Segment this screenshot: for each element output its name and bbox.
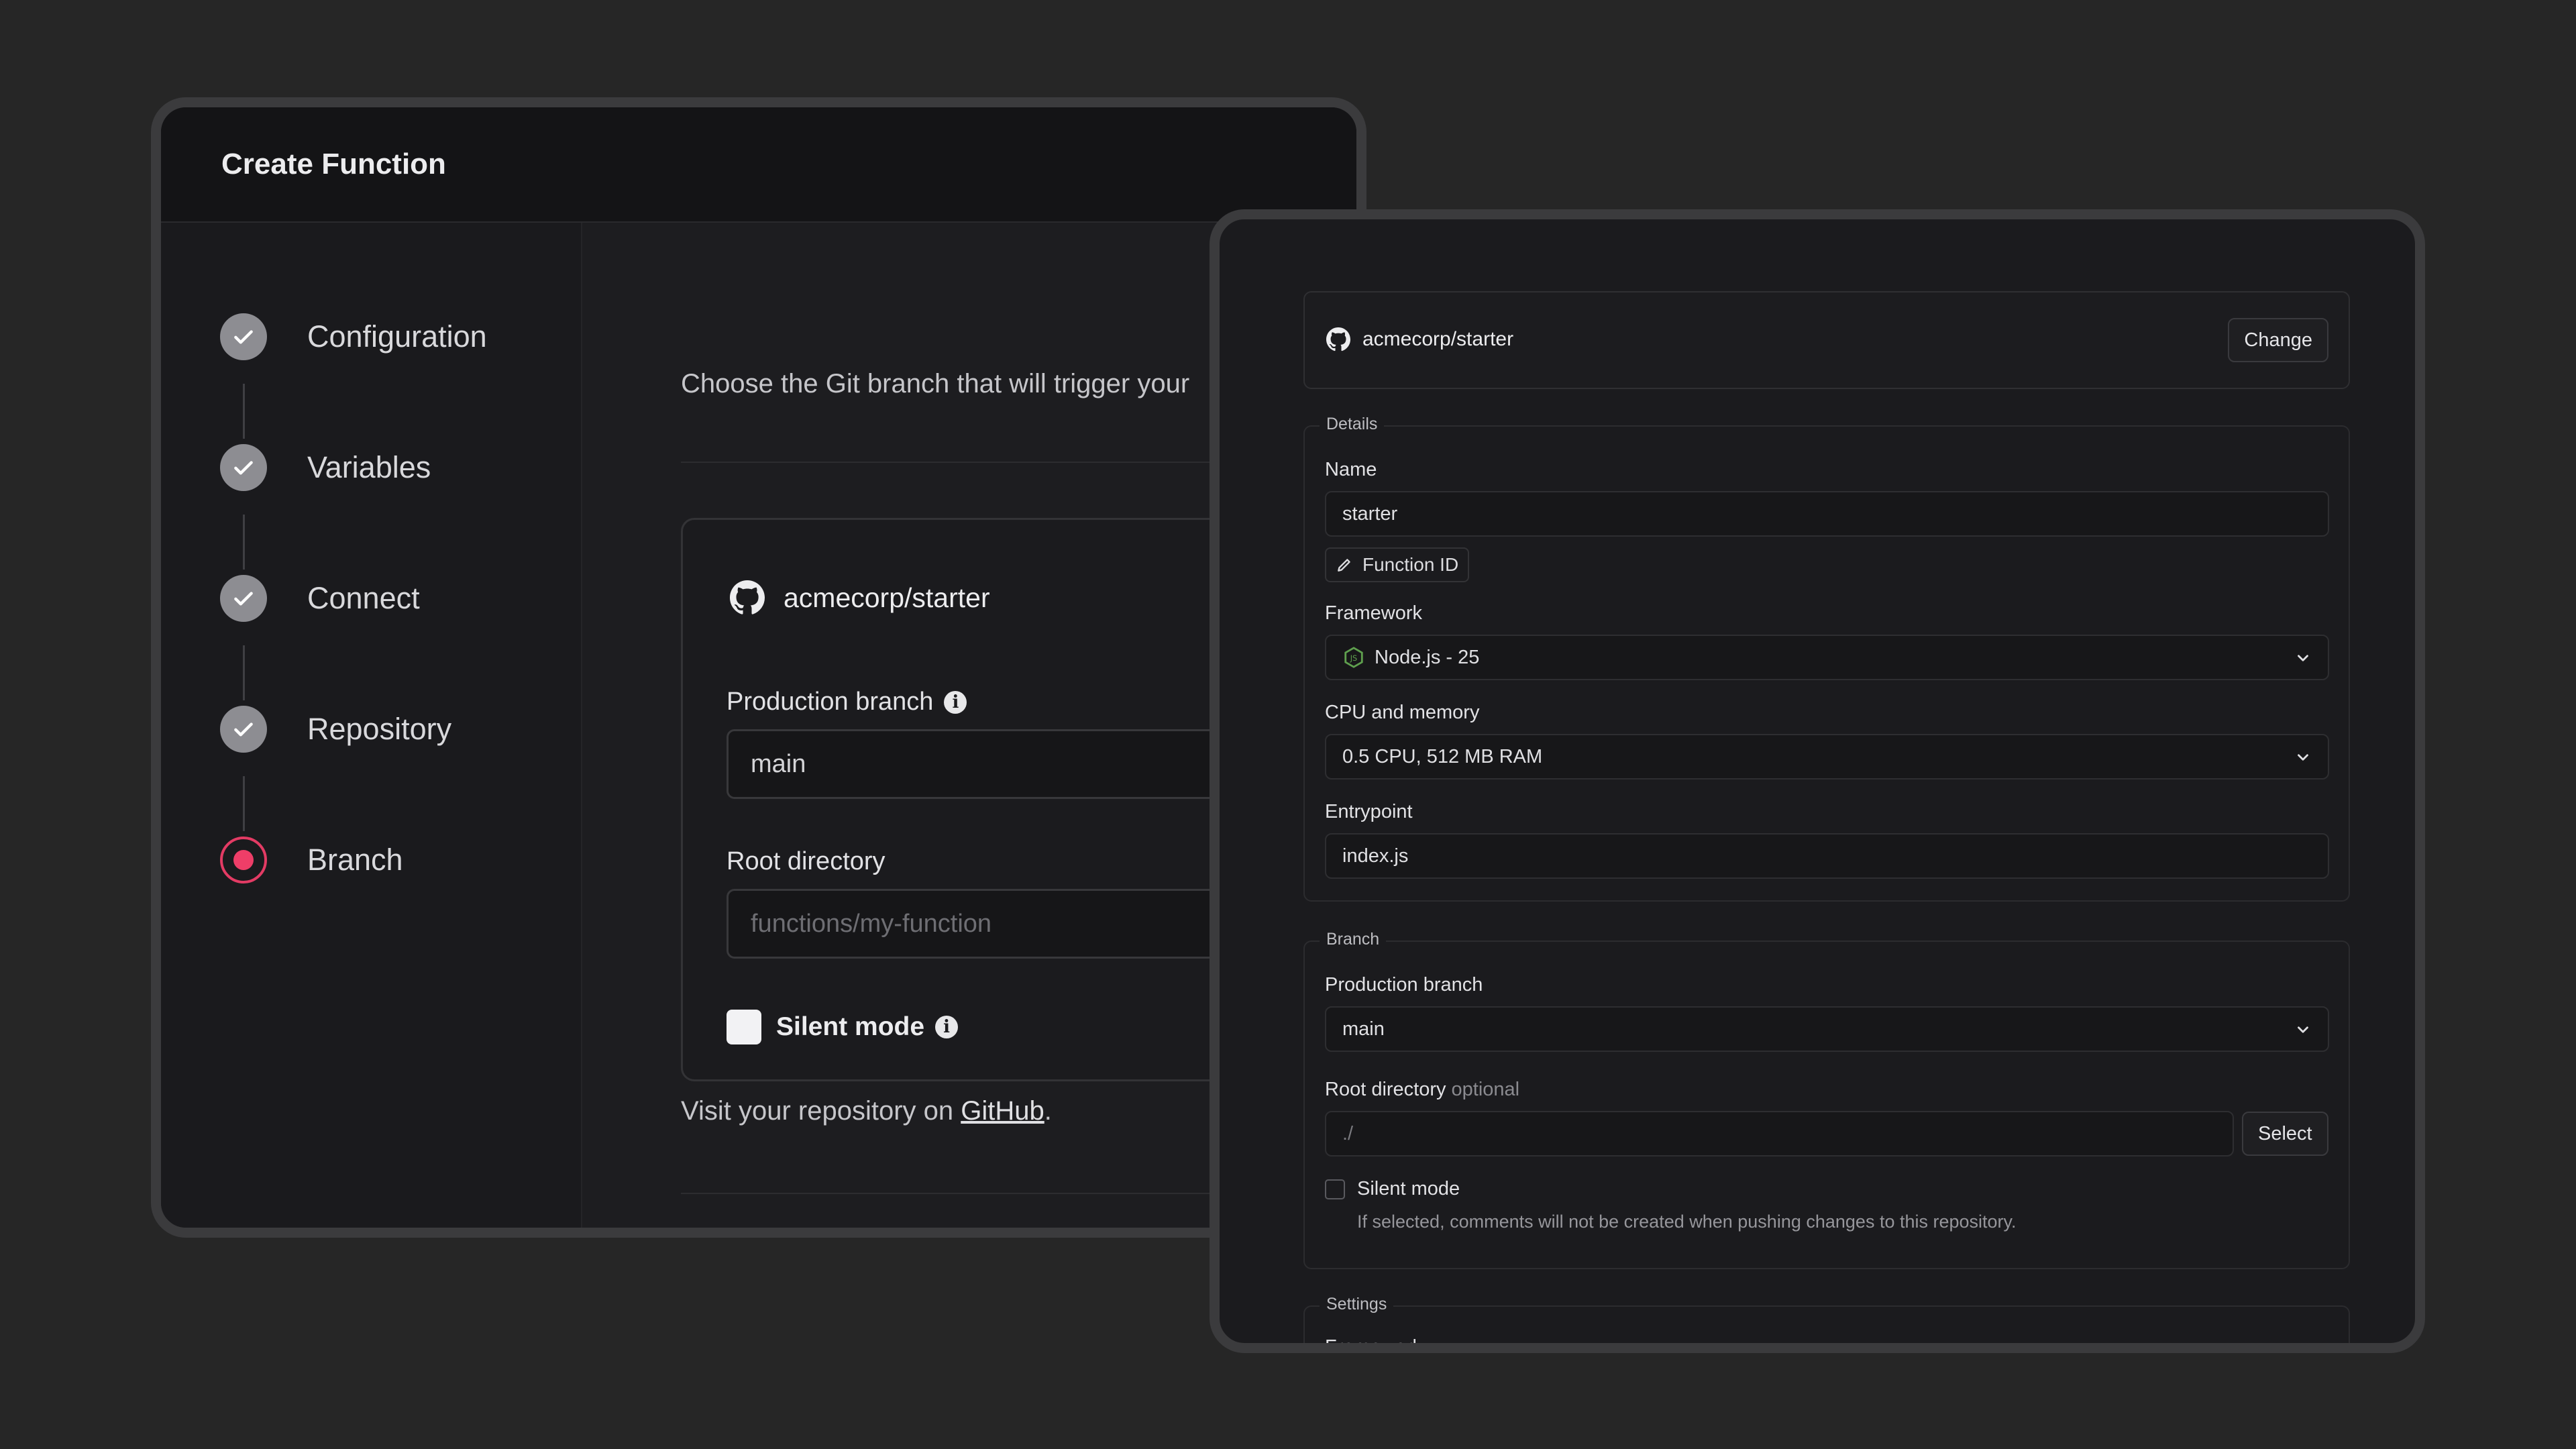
silent-mode-row[interactable]: Silent mode i bbox=[727, 1010, 959, 1044]
repo-name: acmecorp/starter bbox=[784, 582, 990, 613]
repo-name: acmecorp/starter bbox=[1362, 328, 1514, 350]
repo-header: acmecorp/starter bbox=[1326, 327, 1513, 352]
select-directory-button[interactable]: Select bbox=[2242, 1112, 2328, 1156]
entrypoint-input[interactable]: index.js bbox=[1325, 833, 2329, 879]
silent-mode-label: Silent mode bbox=[1357, 1178, 1460, 1199]
cpu-memory-value: 0.5 CPU, 512 MB RAM bbox=[1342, 745, 1543, 767]
root-directory-label: Root directory optional bbox=[1325, 1079, 1519, 1101]
chevron-down-icon bbox=[2298, 754, 2308, 761]
function-settings-window: acmecorp/starter Change Details Name sta… bbox=[1210, 209, 2425, 1353]
active-step-icon bbox=[220, 837, 267, 883]
silent-mode-hint: If selected, comments will not be create… bbox=[1357, 1212, 2017, 1232]
section-legend: Settings bbox=[1320, 1295, 1394, 1314]
name-label: Name bbox=[1325, 459, 1377, 480]
check-icon bbox=[220, 444, 267, 491]
step-configuration[interactable]: Configuration bbox=[220, 313, 487, 360]
step-variables[interactable]: Variables bbox=[220, 444, 431, 491]
section-legend: Details bbox=[1320, 415, 1385, 434]
check-icon bbox=[220, 575, 267, 622]
production-branch-label: Production branch bbox=[1325, 974, 1483, 996]
pencil-icon bbox=[1338, 559, 1350, 572]
entrypoint-label: Entrypoint bbox=[1325, 801, 1413, 822]
branch-section: Branch Production branch main Root direc… bbox=[1303, 930, 2350, 1269]
silent-mode-checkbox[interactable] bbox=[727, 1010, 761, 1044]
step-connect[interactable]: Connect bbox=[220, 575, 420, 622]
silent-mode-label: Silent mode bbox=[776, 1012, 925, 1041]
silent-mode-row[interactable]: Silent mode bbox=[1325, 1178, 1460, 1200]
settings-section: Settings Framework bbox=[1303, 1295, 2350, 1353]
create-function-window: Create Function Configuration Variables … bbox=[151, 97, 1366, 1238]
framework-label: Framework bbox=[1325, 602, 1423, 624]
framework-value: Node.js - 25 bbox=[1375, 646, 1480, 668]
name-input[interactable]: starter bbox=[1325, 491, 2329, 537]
cpu-memory-select[interactable]: 0.5 CPU, 512 MB RAM bbox=[1325, 734, 2329, 780]
check-icon bbox=[220, 313, 267, 360]
chevron-down-icon bbox=[2298, 1026, 2308, 1033]
step-label: Branch bbox=[307, 843, 403, 877]
step-label: Connect bbox=[307, 581, 420, 615]
step-branch[interactable]: Branch bbox=[220, 837, 403, 883]
step-connector bbox=[243, 384, 245, 439]
cpu-memory-label: CPU and memory bbox=[1325, 702, 1480, 723]
silent-mode-checkbox[interactable] bbox=[1325, 1179, 1345, 1199]
repo-header: acmecorp/starter bbox=[730, 580, 990, 615]
github-icon bbox=[1326, 327, 1350, 352]
step-label: Repository bbox=[307, 712, 452, 746]
github-icon bbox=[730, 580, 765, 614]
step-connector bbox=[243, 776, 245, 831]
optional-tag: optional bbox=[1451, 1079, 1520, 1100]
root-directory-input[interactable]: ./ bbox=[1325, 1111, 2234, 1157]
details-section: Details Name starter Function ID Framewo… bbox=[1303, 415, 2350, 902]
chevron-down-icon bbox=[2298, 655, 2308, 661]
nodejs-icon: JS bbox=[1344, 647, 1363, 668]
change-repo-button[interactable]: Change bbox=[2228, 318, 2328, 362]
step-description: Choose the Git branch that will trigger … bbox=[681, 369, 1190, 398]
function-id-label: Function ID bbox=[1362, 554, 1459, 575]
svg-text:JS: JS bbox=[1350, 653, 1358, 663]
repository-bar: acmecorp/starter Change bbox=[1303, 291, 2350, 389]
step-connector bbox=[243, 645, 245, 700]
step-label: Configuration bbox=[307, 319, 487, 354]
label-text: Production branch bbox=[727, 688, 934, 716]
production-branch-label: Production branch i bbox=[727, 688, 967, 716]
visit-suffix: . bbox=[1044, 1096, 1052, 1126]
production-branch-value: main bbox=[1342, 1018, 1385, 1040]
info-icon[interactable]: i bbox=[944, 690, 967, 714]
stepper-sidebar: Configuration Variables Connect Reposito… bbox=[161, 223, 582, 1228]
step-connector bbox=[243, 515, 245, 570]
label-text: Root directory bbox=[1325, 1079, 1446, 1100]
window-titlebar: Create Function bbox=[161, 107, 1356, 223]
step-label: Variables bbox=[307, 450, 431, 484]
root-directory-label: Root directory bbox=[727, 847, 885, 875]
info-icon[interactable]: i bbox=[935, 1016, 959, 1038]
framework-select[interactable]: JS Node.js - 25 bbox=[1325, 635, 2329, 680]
section-legend: Branch bbox=[1320, 930, 1387, 949]
settings-framework-label: Framework bbox=[1325, 1336, 1423, 1353]
visit-prefix: Visit your repository on bbox=[681, 1096, 961, 1126]
check-icon bbox=[220, 706, 267, 753]
visit-repository-text: Visit your repository on GitHub. bbox=[681, 1096, 1052, 1126]
step-repository[interactable]: Repository bbox=[220, 706, 451, 753]
window-title: Create Function bbox=[221, 148, 446, 180]
production-branch-select[interactable]: main bbox=[1325, 1006, 2329, 1052]
function-id-button[interactable]: Function ID bbox=[1325, 547, 1470, 582]
github-link[interactable]: GitHub bbox=[961, 1096, 1044, 1126]
